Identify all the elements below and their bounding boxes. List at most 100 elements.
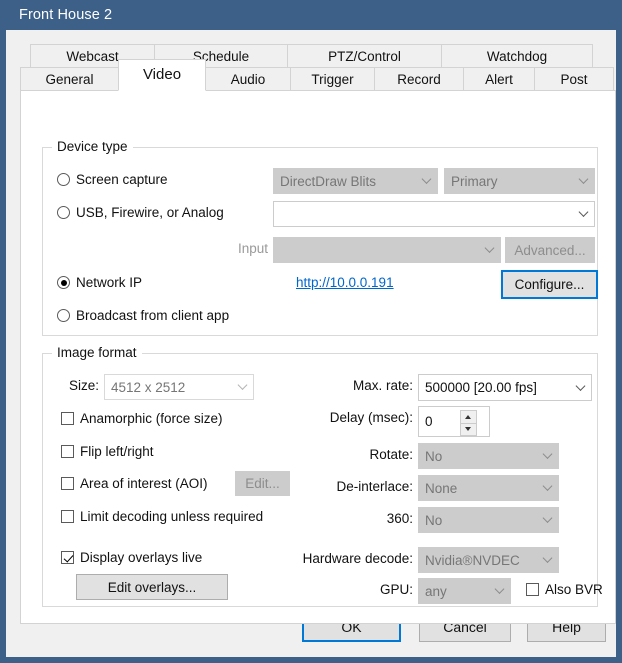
checkbox-label: Display overlays live [80,550,203,565]
configure-button[interactable]: Configure... [501,270,598,299]
image-format-group-title: Image format [52,345,142,360]
gpu-combo[interactable]: any [418,578,511,604]
checkbox-label: Limit decoding unless required [80,509,264,524]
edit-overlays-button[interactable]: Edit overlays... [76,574,228,600]
advanced-button[interactable]: Advanced... [505,237,595,263]
tab-ptz-control[interactable]: PTZ/Control [287,44,442,67]
size-label: Size: [68,378,99,393]
max-rate-value: 500000 [20.00 fps] [425,380,537,395]
radio-screen-capture[interactable]: Screen capture [57,172,168,187]
aoi-edit-button[interactable]: Edit... [235,471,290,496]
radio-mark [57,206,70,219]
max-rate-combo[interactable]: 500000 [20.00 fps] [418,374,592,401]
hardware-decode-value: Nvidia®NVDEC [425,552,520,568]
screen-capture-monitor-value: Primary [451,173,498,189]
radio-label: USB, Firewire, or Analog [76,205,224,220]
input-label: Input [237,241,268,256]
video-tab-panel: Device type Screen capture DirectDraw Bl… [20,90,616,624]
camera-url-link[interactable]: http://10.0.0.191 [296,275,394,290]
tab-watchdog[interactable]: Watchdog [441,44,593,67]
spin-down-icon[interactable] [460,422,477,436]
screen-capture-method-combo[interactable]: DirectDraw Blits [273,168,438,194]
radio-broadcast-from-client-app[interactable]: Broadcast from client app [57,308,229,323]
chevron-down-icon [421,174,432,184]
gpu-value: any [425,583,447,599]
usb-device-combo[interactable] [273,201,595,227]
hardware-decode-combo[interactable]: Nvidia®NVDEC [418,547,559,573]
radio-label: Broadcast from client app [76,308,230,323]
delay-spinner[interactable]: 0 [418,406,490,437]
radio-label: Screen capture [76,172,168,187]
image-format-group: Image format Size: 4512 x 2512 Anamorphi… [42,345,603,607]
tab-post[interactable]: Post [534,67,614,91]
device-type-group: Device type Screen capture DirectDraw Bl… [42,139,598,336]
tab-video[interactable]: Video [118,59,206,91]
size-combo[interactable]: 4512 x 2512 [104,374,254,400]
tab-container: Webcast Schedule PTZ/Control Watchdog Ge… [12,36,622,624]
checkbox-anamorphic[interactable]: Anamorphic (force size) [61,411,223,426]
tab-audio[interactable]: Audio [205,67,291,91]
rotate-label: Rotate: [369,447,413,462]
checkbox-label: Also BVR [545,582,603,597]
chevron-down-icon [237,380,248,390]
rotate-combo[interactable]: No [418,443,559,469]
tab-row-top: Webcast Schedule PTZ/Control Watchdog [30,44,593,67]
deinterlace-label: De-interlace: [336,479,413,494]
radio-usb-firewire-analog[interactable]: USB, Firewire, or Analog [57,205,224,220]
chevron-down-icon [484,243,495,253]
max-rate-label: Max. rate: [352,378,413,393]
checkbox-label: Area of interest (AOI) [80,476,208,491]
screen-capture-monitor-combo[interactable]: Primary [444,168,595,194]
spin-up-icon[interactable] [460,410,477,423]
input-combo[interactable] [273,237,501,263]
tab-trigger[interactable]: Trigger [290,67,375,91]
checkbox-mark [526,583,539,596]
checkbox-mark [61,412,74,425]
deinterlace-value: None [425,480,458,496]
chevron-down-icon [575,380,586,391]
radio-mark [57,173,70,186]
device-type-group-title: Device type [52,139,133,154]
checkbox-limit-decoding[interactable]: Limit decoding unless required [61,509,263,524]
radio-network-ip[interactable]: Network IP [57,275,142,290]
checkbox-also-bvr[interactable]: Also BVR [526,582,603,597]
threesixty-combo[interactable]: No [418,507,559,533]
screen-capture-method-value: DirectDraw Blits [280,173,377,189]
checkbox-display-overlays-live[interactable]: Display overlays live [61,550,202,565]
chevron-down-icon [542,481,553,491]
checkbox-mark [61,551,74,564]
delay-label: Delay (msec): [329,410,413,425]
radio-mark [57,309,70,322]
window-title: Front House 2 [19,7,113,23]
rotate-value: No [425,448,443,464]
size-value: 4512 x 2512 [111,379,186,395]
delay-spin-buttons[interactable] [460,410,477,436]
hardware-decode-label: Hardware decode: [302,551,413,566]
video-settings-dialog: Front House 2 Webcast Schedule PTZ/Contr… [0,0,622,663]
radio-label: Network IP [76,275,143,290]
checkbox-label: Flip left/right [80,444,154,459]
chevron-down-icon [542,553,553,563]
threesixty-label: 360: [386,511,413,526]
gpu-label: GPU: [379,582,413,597]
window-titlebar: Front House 2 [6,0,616,30]
deinterlace-combo[interactable]: None [418,475,559,501]
chevron-down-icon [494,584,505,594]
checkbox-label: Anamorphic (force size) [80,411,223,426]
checkbox-mark [61,477,74,490]
radio-mark [57,276,70,289]
chevron-down-icon [578,174,589,184]
chevron-down-icon [542,513,553,523]
chevron-down-icon [578,207,589,217]
checkbox-area-of-interest[interactable]: Area of interest (AOI) [61,476,208,491]
tab-general[interactable]: General [20,67,119,91]
threesixty-value: No [425,512,443,528]
chevron-down-icon [542,449,553,459]
checkbox-mark [61,445,74,458]
delay-value: 0 [425,414,433,429]
checkbox-mark [61,510,74,523]
tab-record[interactable]: Record [374,67,464,91]
tab-alert[interactable]: Alert [463,67,535,91]
checkbox-flip-left-right[interactable]: Flip left/right [61,444,154,459]
tab-row-bottom: General Video Audio Trigger Record Alert… [20,59,614,91]
